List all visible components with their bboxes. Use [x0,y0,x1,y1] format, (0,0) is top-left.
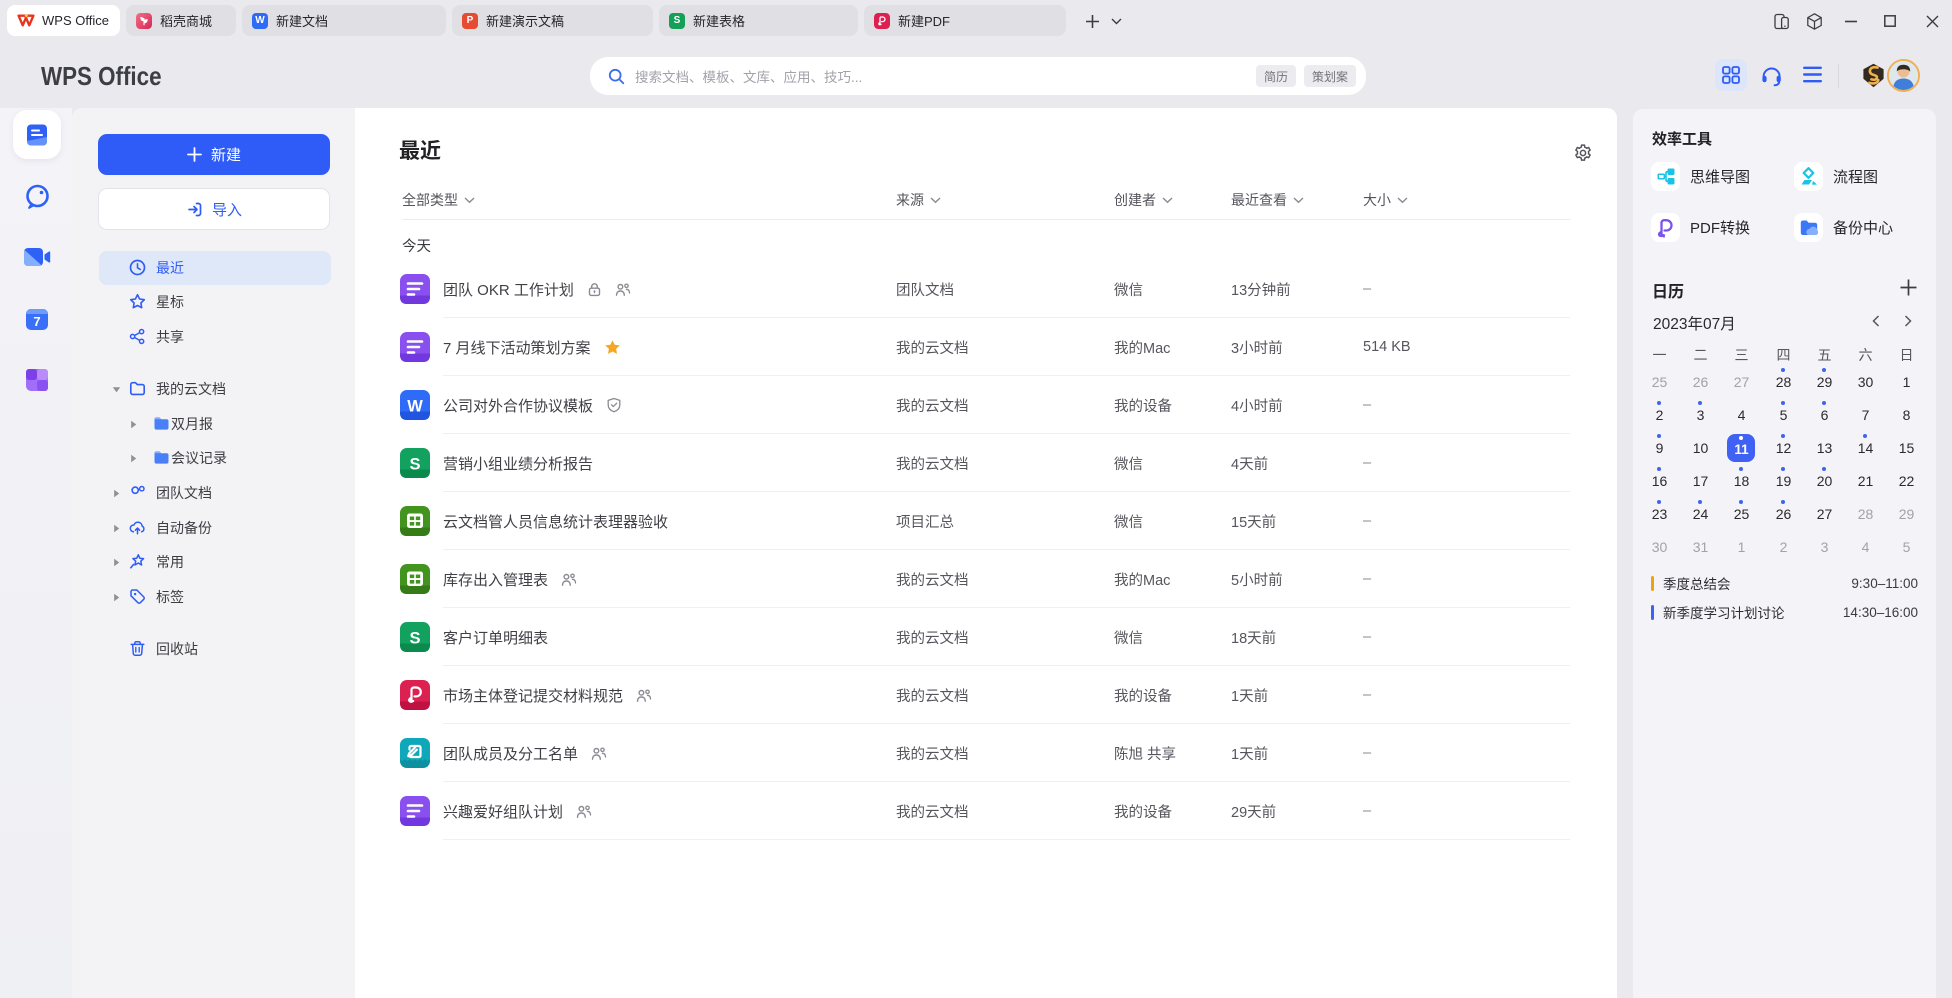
svg-text:7: 7 [33,314,40,329]
svg-text:W: W [407,398,423,416]
svg-text:S: S [409,456,420,474]
svg-text:S: S [409,630,420,648]
